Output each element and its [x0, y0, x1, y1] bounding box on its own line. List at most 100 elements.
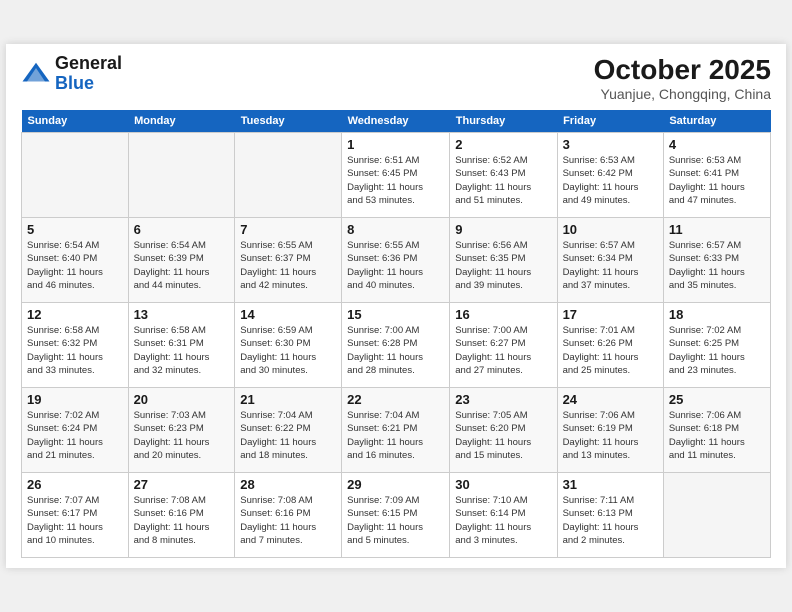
week-row-4: 19 Sunrise: 7:02 AMSunset: 6:24 PMDayligh…	[22, 388, 771, 473]
day-info: Sunrise: 7:03 AMSunset: 6:23 PMDaylight:…	[134, 409, 230, 462]
day-info: Sunrise: 7:08 AMSunset: 6:16 PMDaylight:…	[134, 494, 230, 547]
day-info: Sunrise: 7:06 AMSunset: 6:19 PMDaylight:…	[563, 409, 658, 462]
day-header-monday: Monday	[128, 110, 235, 133]
day-header-wednesday: Wednesday	[342, 110, 450, 133]
week-row-2: 5 Sunrise: 6:54 AMSunset: 6:40 PMDaylight…	[22, 218, 771, 303]
day-number: 25	[669, 392, 765, 407]
day-number: 11	[669, 222, 765, 237]
day-info: Sunrise: 6:55 AMSunset: 6:37 PMDaylight:…	[240, 239, 336, 292]
day-cell-23: 23 Sunrise: 7:05 AMSunset: 6:20 PMDayligh…	[450, 388, 557, 473]
day-info: Sunrise: 6:53 AMSunset: 6:42 PMDaylight:…	[563, 154, 658, 207]
day-cell-19: 19 Sunrise: 7:02 AMSunset: 6:24 PMDayligh…	[22, 388, 129, 473]
day-cell-3: 3 Sunrise: 6:53 AMSunset: 6:42 PMDaylight…	[557, 133, 663, 218]
day-cell-24: 24 Sunrise: 7:06 AMSunset: 6:19 PMDayligh…	[557, 388, 663, 473]
day-info: Sunrise: 7:08 AMSunset: 6:16 PMDaylight:…	[240, 494, 336, 547]
day-number: 14	[240, 307, 336, 322]
day-cell-27: 27 Sunrise: 7:08 AMSunset: 6:16 PMDayligh…	[128, 473, 235, 558]
day-info: Sunrise: 6:54 AMSunset: 6:39 PMDaylight:…	[134, 239, 230, 292]
day-info: Sunrise: 7:05 AMSunset: 6:20 PMDaylight:…	[455, 409, 551, 462]
day-header-friday: Friday	[557, 110, 663, 133]
day-info: Sunrise: 6:59 AMSunset: 6:30 PMDaylight:…	[240, 324, 336, 377]
calendar-table: SundayMondayTuesdayWednesdayThursdayFrid…	[21, 110, 771, 558]
day-cell-29: 29 Sunrise: 7:09 AMSunset: 6:15 PMDayligh…	[342, 473, 450, 558]
day-cell-12: 12 Sunrise: 6:58 AMSunset: 6:32 PMDayligh…	[22, 303, 129, 388]
day-info: Sunrise: 6:54 AMSunset: 6:40 PMDaylight:…	[27, 239, 123, 292]
day-cell-21: 21 Sunrise: 7:04 AMSunset: 6:22 PMDayligh…	[235, 388, 342, 473]
header: General Blue October 2025 Yuanjue, Chong…	[21, 54, 771, 102]
day-number: 15	[347, 307, 444, 322]
day-info: Sunrise: 6:52 AMSunset: 6:43 PMDaylight:…	[455, 154, 551, 207]
week-row-3: 12 Sunrise: 6:58 AMSunset: 6:32 PMDayligh…	[22, 303, 771, 388]
day-info: Sunrise: 6:55 AMSunset: 6:36 PMDaylight:…	[347, 239, 444, 292]
day-cell-25: 25 Sunrise: 7:06 AMSunset: 6:18 PMDayligh…	[663, 388, 770, 473]
day-number: 24	[563, 392, 658, 407]
day-info: Sunrise: 7:00 AMSunset: 6:27 PMDaylight:…	[455, 324, 551, 377]
day-number: 28	[240, 477, 336, 492]
day-number: 26	[27, 477, 123, 492]
day-info: Sunrise: 6:51 AMSunset: 6:45 PMDaylight:…	[347, 154, 444, 207]
day-number: 23	[455, 392, 551, 407]
day-info: Sunrise: 6:57 AMSunset: 6:34 PMDaylight:…	[563, 239, 658, 292]
day-info: Sunrise: 7:06 AMSunset: 6:18 PMDaylight:…	[669, 409, 765, 462]
week-row-5: 26 Sunrise: 7:07 AMSunset: 6:17 PMDayligh…	[22, 473, 771, 558]
day-number: 13	[134, 307, 230, 322]
day-info: Sunrise: 7:04 AMSunset: 6:21 PMDaylight:…	[347, 409, 444, 462]
day-number: 19	[27, 392, 123, 407]
day-number: 3	[563, 137, 658, 152]
header-row: SundayMondayTuesdayWednesdayThursdayFrid…	[22, 110, 771, 133]
location: Yuanjue, Chongqing, China	[594, 86, 771, 102]
day-number: 22	[347, 392, 444, 407]
day-number: 27	[134, 477, 230, 492]
day-info: Sunrise: 7:11 AMSunset: 6:13 PMDaylight:…	[563, 494, 658, 547]
day-cell-11: 11 Sunrise: 6:57 AMSunset: 6:33 PMDayligh…	[663, 218, 770, 303]
logo-icon	[21, 59, 51, 89]
day-cell-26: 26 Sunrise: 7:07 AMSunset: 6:17 PMDayligh…	[22, 473, 129, 558]
day-info: Sunrise: 7:04 AMSunset: 6:22 PMDaylight:…	[240, 409, 336, 462]
day-header-thursday: Thursday	[450, 110, 557, 133]
day-number: 8	[347, 222, 444, 237]
day-cell-2: 2 Sunrise: 6:52 AMSunset: 6:43 PMDaylight…	[450, 133, 557, 218]
day-number: 30	[455, 477, 551, 492]
day-cell-15: 15 Sunrise: 7:00 AMSunset: 6:28 PMDayligh…	[342, 303, 450, 388]
day-info: Sunrise: 6:56 AMSunset: 6:35 PMDaylight:…	[455, 239, 551, 292]
day-number: 2	[455, 137, 551, 152]
day-number: 9	[455, 222, 551, 237]
day-number: 21	[240, 392, 336, 407]
day-cell-1: 1 Sunrise: 6:51 AMSunset: 6:45 PMDaylight…	[342, 133, 450, 218]
day-info: Sunrise: 6:58 AMSunset: 6:32 PMDaylight:…	[27, 324, 123, 377]
day-cell-4: 4 Sunrise: 6:53 AMSunset: 6:41 PMDaylight…	[663, 133, 770, 218]
day-number: 20	[134, 392, 230, 407]
day-number: 17	[563, 307, 658, 322]
day-number: 5	[27, 222, 123, 237]
day-header-sunday: Sunday	[22, 110, 129, 133]
day-number: 31	[563, 477, 658, 492]
day-info: Sunrise: 7:07 AMSunset: 6:17 PMDaylight:…	[27, 494, 123, 547]
day-number: 10	[563, 222, 658, 237]
day-number: 7	[240, 222, 336, 237]
day-info: Sunrise: 6:53 AMSunset: 6:41 PMDaylight:…	[669, 154, 765, 207]
day-number: 12	[27, 307, 123, 322]
day-info: Sunrise: 7:02 AMSunset: 6:24 PMDaylight:…	[27, 409, 123, 462]
day-info: Sunrise: 7:00 AMSunset: 6:28 PMDaylight:…	[347, 324, 444, 377]
day-info: Sunrise: 7:10 AMSunset: 6:14 PMDaylight:…	[455, 494, 551, 547]
day-number: 29	[347, 477, 444, 492]
day-cell-9: 9 Sunrise: 6:56 AMSunset: 6:35 PMDaylight…	[450, 218, 557, 303]
day-number: 4	[669, 137, 765, 152]
day-cell-18: 18Sunrise: 7:02 AMSunset: 6:25 PMDayligh…	[663, 303, 770, 388]
empty-cell	[235, 133, 342, 218]
empty-cell	[663, 473, 770, 558]
day-info: Sunrise: 7:09 AMSunset: 6:15 PMDaylight:…	[347, 494, 444, 547]
day-header-saturday: Saturday	[663, 110, 770, 133]
day-cell-8: 8 Sunrise: 6:55 AMSunset: 6:36 PMDaylight…	[342, 218, 450, 303]
title-block: October 2025 Yuanjue, Chongqing, China	[594, 54, 771, 102]
day-info: Sunrise: 6:58 AMSunset: 6:31 PMDaylight:…	[134, 324, 230, 377]
day-cell-30: 30 Sunrise: 7:10 AMSunset: 6:14 PMDayligh…	[450, 473, 557, 558]
week-row-1: 1 Sunrise: 6:51 AMSunset: 6:45 PMDaylight…	[22, 133, 771, 218]
empty-cell	[128, 133, 235, 218]
day-cell-6: 6Sunrise: 6:54 AMSunset: 6:39 PMDaylight…	[128, 218, 235, 303]
day-cell-7: 7 Sunrise: 6:55 AMSunset: 6:37 PMDaylight…	[235, 218, 342, 303]
logo: General Blue	[21, 54, 122, 94]
day-number: 1	[347, 137, 444, 152]
day-info: Sunrise: 6:57 AMSunset: 6:33 PMDaylight:…	[669, 239, 765, 292]
day-info: Sunrise: 7:01 AMSunset: 6:26 PMDaylight:…	[563, 324, 658, 377]
